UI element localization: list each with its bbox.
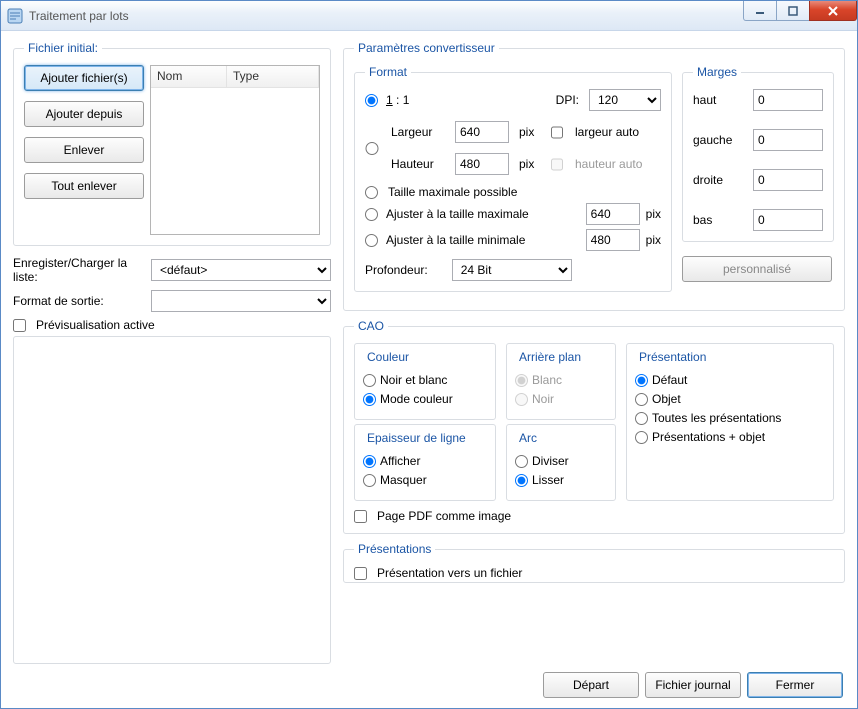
- hauteur-auto-checkbox: [551, 158, 563, 171]
- output-format-select[interactable]: [151, 290, 331, 312]
- parametres-legend: Paramètres convertisseur: [354, 41, 499, 55]
- largeur-input[interactable]: [455, 121, 509, 143]
- epaisseur-ligne-group: Epaisseur de ligne Afficher Masquer: [354, 424, 496, 501]
- marge-bas-input[interactable]: [753, 209, 823, 231]
- marge-droite-input[interactable]: [753, 169, 823, 191]
- marge-bas-label: bas: [693, 213, 745, 227]
- marge-gauche-input[interactable]: [753, 129, 823, 151]
- client-area: Fichier initial: Ajouter fichier(s) Ajou…: [1, 31, 857, 708]
- format-group: Format 1 : 1 DPI: 120: [354, 65, 672, 292]
- arriere-plan-group: Arrière plan Blanc Noir: [506, 343, 616, 420]
- marge-haut-label: haut: [693, 93, 745, 107]
- pres-plus-objet-radio[interactable]: Présentations + objet: [635, 430, 825, 444]
- ajuster-max-radio[interactable]: Ajuster à la taille maximale: [365, 207, 529, 221]
- depart-button[interactable]: Départ: [543, 672, 639, 698]
- fichier-initial-legend: Fichier initial:: [24, 41, 102, 55]
- pres-objet-radio[interactable]: Objet: [635, 392, 825, 406]
- preview-area: [13, 336, 331, 664]
- parametres-group: Paramètres convertisseur Format 1 : 1: [343, 41, 845, 311]
- presentations-group: Présentations Présentation vers un fichi…: [343, 542, 845, 583]
- ratio-1-1-radio[interactable]: 1 : 1: [365, 93, 409, 107]
- app-icon: [7, 8, 23, 24]
- marges-legend: Marges: [693, 65, 741, 79]
- marge-droite-label: droite: [693, 173, 745, 187]
- hauteur-input[interactable]: [455, 153, 509, 175]
- pres-toutes-radio[interactable]: Toutes les présentations: [635, 411, 825, 425]
- fichier-journal-button[interactable]: Fichier journal: [645, 672, 741, 698]
- largeur-auto-checkbox[interactable]: [551, 126, 563, 139]
- fermer-button[interactable]: Fermer: [747, 672, 843, 698]
- ajuster-min-input[interactable]: [586, 229, 640, 251]
- titlebar: Traitement par lots: [1, 1, 857, 31]
- dpi-label: DPI:: [556, 93, 579, 107]
- window-buttons: [744, 1, 857, 21]
- noir-radio: Noir: [515, 392, 607, 406]
- diviser-radio[interactable]: Diviser: [515, 454, 607, 468]
- mode-couleur-radio[interactable]: Mode couleur: [363, 392, 487, 406]
- noir-blanc-radio[interactable]: Noir et blanc: [363, 373, 487, 387]
- footer: Départ Fichier journal Fermer: [13, 664, 845, 700]
- hauteur-auto-label: hauteur auto: [575, 157, 661, 171]
- presentation-vers-fichier-row[interactable]: Présentation vers un fichier: [354, 566, 834, 580]
- maximize-button[interactable]: [776, 1, 810, 21]
- fichiers-listview[interactable]: Nom Type: [150, 65, 320, 235]
- largeur-auto-label: largeur auto: [575, 125, 661, 139]
- preview-checkbox-row[interactable]: Prévisualisation active: [13, 318, 331, 332]
- enlever-button[interactable]: Enlever: [24, 137, 144, 163]
- close-button[interactable]: [809, 1, 857, 21]
- format-legend: Format: [365, 65, 411, 79]
- presentations-legend: Présentations: [354, 542, 435, 556]
- ajouter-depuis-button[interactable]: Ajouter depuis: [24, 101, 144, 127]
- pix-label-2: pix: [519, 157, 543, 171]
- minimize-button[interactable]: [743, 1, 777, 21]
- save-load-label: Enregister/Charger la liste:: [13, 256, 143, 284]
- lisser-radio[interactable]: Lisser: [515, 473, 607, 487]
- col-header-type[interactable]: Type: [227, 66, 319, 87]
- window: Traitement par lots Fichier initial: Ajo…: [0, 0, 858, 709]
- personnalise-button: personnalisé: [682, 256, 832, 282]
- profondeur-label: Profondeur:: [365, 263, 428, 277]
- largeur-label: Largeur: [391, 125, 447, 139]
- afficher-radio[interactable]: Afficher: [363, 454, 487, 468]
- marges-group: Marges haut gauche droite bas: [682, 65, 834, 242]
- pdf-image-checkbox[interactable]: [354, 510, 367, 523]
- col-header-nom[interactable]: Nom: [151, 66, 227, 87]
- save-load-select[interactable]: <défaut>: [151, 259, 331, 281]
- presentation-group: Présentation Défaut Objet Toutes les pré…: [626, 343, 834, 501]
- masquer-radio[interactable]: Masquer: [363, 473, 487, 487]
- marge-gauche-label: gauche: [693, 133, 745, 147]
- tout-enlever-button[interactable]: Tout enlever: [24, 173, 144, 199]
- pdf-image-checkbox-row[interactable]: Page PDF comme image: [354, 509, 834, 523]
- list-header: Nom Type: [151, 66, 319, 88]
- ajuster-min-radio[interactable]: Ajuster à la taille minimale: [365, 233, 525, 247]
- blanc-radio: Blanc: [515, 373, 607, 387]
- preview-checkbox[interactable]: [13, 319, 26, 332]
- taille-max-possible-radio[interactable]: Taille maximale possible: [365, 185, 661, 199]
- dpi-select[interactable]: 120: [589, 89, 661, 111]
- profondeur-select[interactable]: 24 Bit: [452, 259, 572, 281]
- ajuster-max-input[interactable]: [586, 203, 640, 225]
- couleur-group: Couleur Noir et blanc Mode couleur: [354, 343, 496, 420]
- ajouter-fichiers-button[interactable]: Ajouter fichier(s): [24, 65, 144, 91]
- cao-legend: CAO: [354, 319, 388, 333]
- presentation-vers-fichier-checkbox[interactable]: [354, 567, 367, 580]
- window-title: Traitement par lots: [29, 9, 129, 23]
- fichier-initial-group: Fichier initial: Ajouter fichier(s) Ajou…: [13, 41, 331, 246]
- cao-group: CAO Couleur Noir et blanc Mode couleur E…: [343, 319, 845, 534]
- size-radio[interactable]: [365, 142, 379, 155]
- arc-group: Arc Diviser Lisser: [506, 424, 616, 501]
- pres-defaut-radio[interactable]: Défaut: [635, 373, 825, 387]
- marge-haut-input[interactable]: [753, 89, 823, 111]
- pix-label-1: pix: [519, 125, 543, 139]
- preview-label: Prévisualisation active: [36, 318, 155, 332]
- hauteur-label: Hauteur: [391, 157, 447, 171]
- output-format-label: Format de sortie:: [13, 294, 143, 308]
